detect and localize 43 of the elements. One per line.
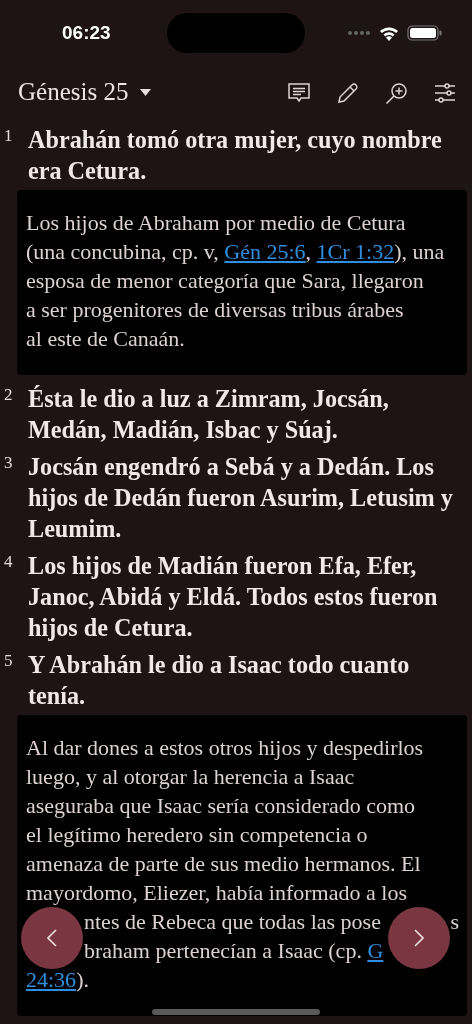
verse-text: Jocsán engendró a Sebá y a Dedán. Los hijos de Dedán fueron Asurim, Letusim y Leumim.: [28, 452, 454, 544]
zoom-in-icon[interactable]: [385, 81, 408, 105]
note-text: mayordomo, Eliezer, había informado a los: [26, 879, 407, 907]
verse-number: 2: [4, 384, 14, 405]
wifi-icon: [379, 25, 399, 41]
note-text: ), una: [394, 238, 445, 266]
verse-text: Ésta le dio a luz a Zimram, Jocsán, Medán, Madián, Isbac y Súaj.: [28, 384, 390, 445]
note-text: a ser progenitores de diversas tribus árabes: [26, 296, 404, 324]
note-text: Los hijos de Abraham por medio de Cetura: [26, 209, 406, 237]
note-text: esposa de menor categoría que Sara, llegaron: [26, 267, 424, 295]
chapter-selector[interactable]: Génesis 25: [18, 78, 152, 106]
note-text: Al dar dones a estos otros hijos y despedirlos: [26, 734, 424, 762]
reference-link[interactable]: 24:36: [26, 965, 77, 994]
verse-number: 5: [4, 650, 14, 671]
verse-text: Abrahán tomó otra mujer, cuyo nombre era Cetura.: [28, 125, 443, 186]
note-text: braham pertenecían a Isaac (cp.: [84, 937, 363, 965]
verse-number: 1: [4, 125, 14, 146]
reference-link[interactable]: 1Cr 1:32: [316, 237, 395, 266]
note-text: el legítimo heredero sin competencia o: [26, 821, 368, 849]
note-text: amenaza de parte de sus medio hermanos. El: [26, 850, 421, 878]
chevron-right-icon: [414, 929, 424, 947]
note-text: aseguraba que Isaac sería considerado como: [26, 792, 416, 820]
signal-icon: [347, 30, 371, 36]
clock-time: 06:23: [62, 22, 112, 44]
pencil-icon[interactable]: [337, 82, 359, 104]
caret-icon: [140, 88, 152, 96]
chevron-left-icon: [47, 929, 57, 947]
note-text: ).: [76, 966, 89, 994]
note-text: al este de Canaán.: [26, 325, 185, 353]
battery-icon: [407, 25, 442, 41]
verse-number: 4: [4, 551, 14, 572]
verse-number: 3: [4, 452, 14, 473]
reference-link[interactable]: G: [367, 936, 384, 965]
note-text: ntes de Rebeca que todas las pose: [84, 908, 381, 936]
reference-link[interactable]: Gén 25:6: [224, 237, 306, 266]
verse-text: Los hijos de Madián fueron Efa, Efer, Janoc, Abidá y Eldá. Todos estos fueron hijos de Cetura.: [28, 551, 439, 643]
note-text: s: [450, 908, 459, 936]
settings-icon[interactable]: [434, 83, 456, 103]
note-text: (una concubina, cp. v,: [26, 238, 220, 266]
comment-icon[interactable]: [287, 82, 311, 104]
verse-text: Y Abrahán le dio a Isaac todo cuanto tenía.: [28, 650, 411, 711]
note-text: luego, y al otorgar la herencia a Isaac: [26, 763, 355, 791]
note-text: ,: [305, 238, 313, 266]
